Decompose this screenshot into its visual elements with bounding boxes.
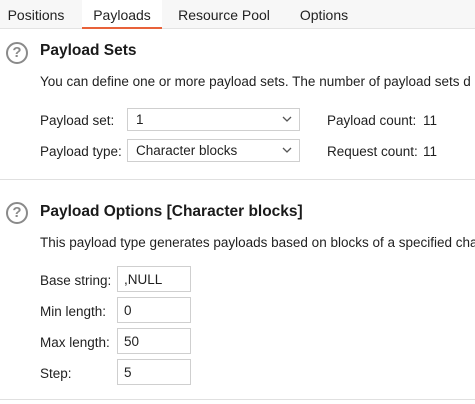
max-length-label: Max length: — [40, 335, 110, 350]
section-divider — [0, 179, 475, 180]
section-divider — [0, 399, 475, 400]
tab-positions[interactable]: Positions — [0, 0, 72, 28]
tab-label: Positions — [7, 7, 65, 23]
payload-type-label: Payload type: — [40, 144, 122, 159]
tab-bar: Positions Payloads Resource Pool Options — [0, 0, 475, 29]
tab-resource-pool[interactable]: Resource Pool — [172, 0, 276, 28]
payload-options-description: This payload type generates payloads bas… — [40, 235, 475, 250]
min-length-input[interactable] — [117, 297, 191, 323]
question-circle-icon[interactable]: ? — [6, 202, 28, 224]
question-circle-icon[interactable]: ? — [6, 42, 28, 64]
tab-label: Resource Pool — [178, 7, 270, 23]
request-count-label: Request count: — [327, 144, 418, 159]
section-title-payload-options: Payload Options [Character blocks] — [40, 203, 303, 220]
payload-sets-description: You can define one or more payload sets.… — [40, 74, 471, 89]
active-tab-indicator — [82, 27, 162, 29]
payload-set-label: Payload set: — [40, 113, 115, 128]
step-label: Step: — [40, 366, 72, 381]
tab-options[interactable]: Options — [290, 0, 358, 28]
intruder-payloads-panel: Positions Payloads Resource Pool Options… — [0, 0, 475, 404]
section-title-payload-sets: Payload Sets — [40, 42, 137, 59]
tab-payloads[interactable]: Payloads — [82, 0, 162, 29]
chevron-down-icon — [282, 147, 292, 153]
payload-count-value: 11 — [423, 113, 438, 128]
min-length-label: Min length: — [40, 304, 107, 319]
tab-label: Payloads — [93, 7, 151, 23]
max-length-input[interactable] — [117, 328, 191, 354]
chevron-down-icon — [282, 116, 292, 122]
payload-count-label: Payload count: — [327, 113, 417, 128]
base-string-input[interactable] — [117, 266, 191, 292]
payload-type-value: Character blocks — [136, 143, 238, 158]
request-count-value: 11 — [423, 144, 438, 159]
tab-label: Options — [299, 7, 349, 23]
payload-set-select[interactable]: 1 — [127, 108, 300, 131]
step-input[interactable] — [117, 359, 191, 385]
base-string-label: Base string: — [40, 273, 112, 288]
payload-set-value: 1 — [136, 112, 144, 127]
payload-type-select[interactable]: Character blocks — [127, 139, 300, 162]
